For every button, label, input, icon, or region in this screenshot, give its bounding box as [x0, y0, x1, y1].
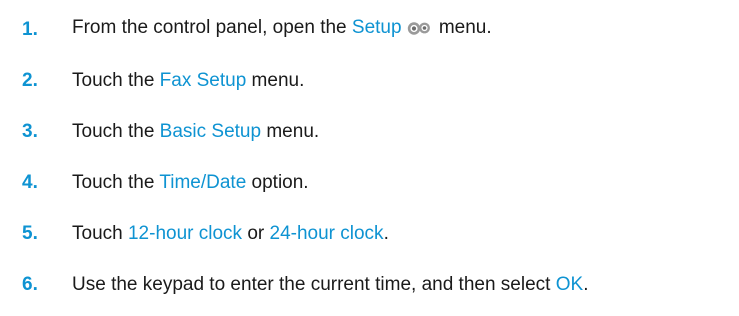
- step-3: 3. Touch the Basic Setup menu.: [22, 106, 732, 157]
- step-text: Touch the Time/Date option.: [72, 172, 309, 194]
- step-text-part: or: [242, 222, 270, 244]
- step-6: 6. Use the keypad to enter the current t…: [22, 259, 732, 310]
- step-text-part: menu.: [433, 17, 492, 38]
- menu-name-basic-setup: Basic Setup: [159, 120, 262, 142]
- step-text-part: Touch the: [72, 120, 160, 142]
- step-text-part: Touch the: [72, 69, 160, 91]
- step-text-part: menu.: [261, 120, 320, 142]
- instruction-steps: 1. From the control panel, open the Setu…: [22, 4, 732, 310]
- step-text-part: Touch the: [72, 171, 160, 193]
- step-text: From the control panel, open the Setup m…: [72, 17, 492, 42]
- menu-name-setup: Setup: [351, 17, 402, 38]
- step-text: Touch the Basic Setup menu.: [72, 121, 319, 143]
- option-24-hour-clock: 24-hour clock: [269, 222, 384, 244]
- step-number: 5.: [22, 222, 38, 244]
- option-12-hour-clock: 12-hour clock: [127, 222, 243, 244]
- setup-gears-icon: [407, 20, 431, 42]
- step-text: Touch 12-hour clock or 24-hour clock.: [72, 223, 389, 245]
- option-name-time-date: Time/Date: [159, 171, 247, 193]
- step-text-part: option.: [246, 171, 309, 193]
- step-number: 6.: [22, 273, 38, 295]
- step-number: 4.: [22, 171, 38, 193]
- step-text-part: Touch: [72, 222, 128, 244]
- step-text-part: .: [383, 222, 389, 244]
- step-1: 1. From the control panel, open the Setu…: [22, 4, 732, 55]
- step-text-part: .: [583, 273, 589, 295]
- step-4: 4. Touch the Time/Date option.: [22, 157, 732, 208]
- step-text-part: Use the keypad to enter the current time…: [72, 273, 556, 295]
- step-text-part: menu.: [246, 69, 305, 91]
- step-number: 2.: [22, 69, 38, 91]
- step-number: 1.: [22, 18, 38, 40]
- menu-name-fax-setup: Fax Setup: [159, 69, 247, 91]
- button-name-ok: OK: [555, 273, 584, 295]
- step-number: 3.: [22, 120, 38, 142]
- step-text: Use the keypad to enter the current time…: [72, 274, 588, 296]
- step-text: Touch the Fax Setup menu.: [72, 70, 304, 92]
- step-5: 5. Touch 12-hour clock or 24-hour clock.: [22, 208, 732, 259]
- step-2: 2. Touch the Fax Setup menu.: [22, 55, 732, 106]
- step-text-part: From the control panel, open the: [72, 17, 352, 38]
